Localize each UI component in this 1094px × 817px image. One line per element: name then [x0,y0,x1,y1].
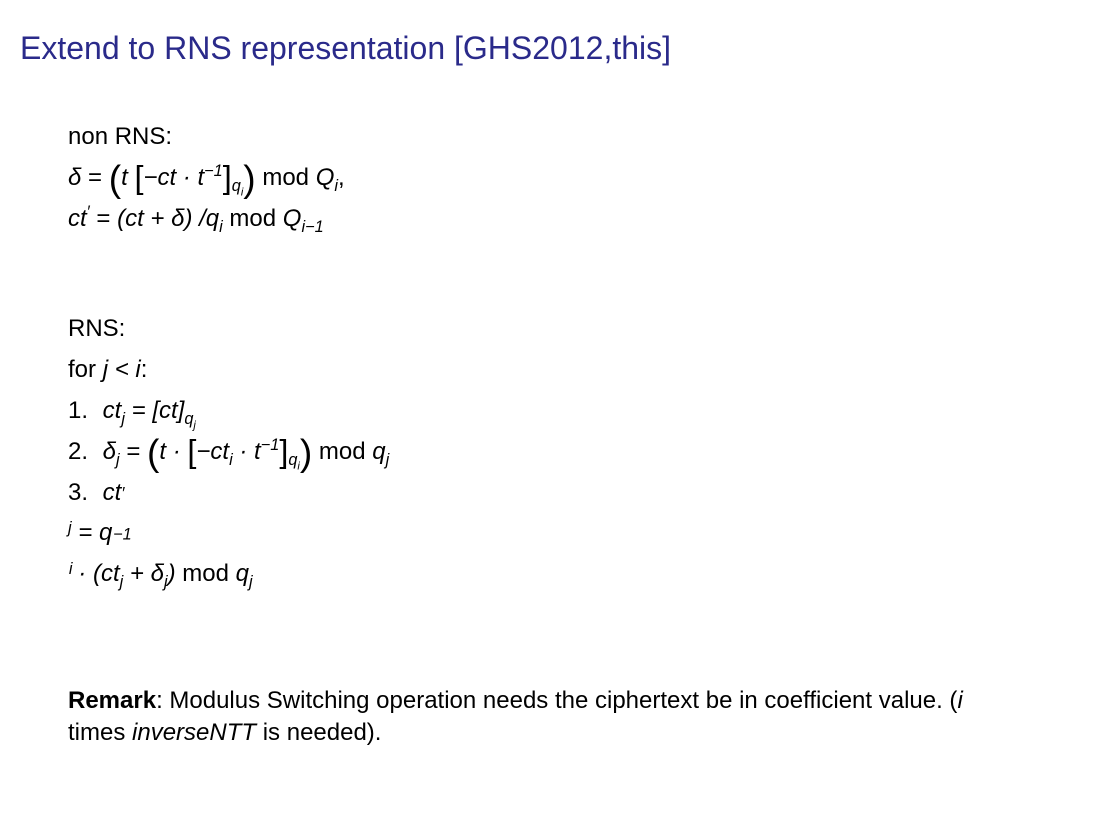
sup-prime: ′ [121,485,124,503]
sub-qi: qi [288,451,300,469]
mod-text: mod [229,205,276,232]
sym-ct: ct [68,205,87,232]
sym-equals: = [88,164,102,191]
rns-step-1: 1. ctj = [ct]qj [68,391,1074,432]
non-rns-block: non RNS: δ = (t [−ct · t−1]qi) mod Qi, c… [68,117,1074,239]
sub-i-val: i [69,560,73,578]
sym-equals: = [126,438,140,465]
sup-neg1: −1 [261,436,280,454]
sup-neg1: −1 [204,162,223,180]
paren-close-small: ) [168,560,176,587]
paren-open: ( [147,431,159,473]
bracket-close: ] [223,159,232,195]
remark-inversentt: inverseNTT [132,719,256,746]
sym-equals: = [96,205,110,232]
sym-Q: Q [316,164,335,191]
sym-ct: ct [103,479,122,506]
rns-block: RNS: for j < i: 1. ctj = [ct]qj 2. δj = … [68,309,1074,595]
sub-qi: qi [232,177,244,195]
expr-plus: + δ [130,560,164,587]
sub-i: i [219,217,223,235]
sup-neg1: −1 [113,526,132,544]
expr-t2: · t [239,438,260,465]
mod-text: mod [319,438,366,465]
slide-title: Extend to RNS representation [GHS2012,th… [20,30,1074,67]
paren-close: ) [300,431,312,473]
rns-step-3: 3. ct′j = q−1i · (ctj + δj) mod qj [68,473,1074,595]
sym-Q: Q [283,205,302,232]
remark-block: Remark: Modulus Switching operation need… [68,685,988,750]
sub-j: j [193,419,195,431]
sym-ct: ct [103,397,122,424]
expr: = [ct] [132,397,185,424]
sup-prime: ′ [87,203,90,221]
sub-i: i [229,451,233,469]
mod-text: mod [262,164,309,191]
sub-j: j [120,573,124,591]
sub-qj: qj [184,410,196,428]
remark-text-a: : Modulus Switching operation needs the … [156,687,957,714]
for-cond: j < i [103,356,141,383]
expr-body: · (ct [78,560,119,587]
sym-q: q [236,560,249,587]
sym-delta: δ [68,164,81,191]
sub-j: j [249,573,253,591]
expr-qinv: = q [78,519,112,546]
mod-text: mod [182,560,229,587]
step-number: 3. [68,473,96,514]
sym-comma: , [338,164,345,191]
paren-open: ( [109,157,121,199]
for-text: for [68,356,96,383]
step-number: 1. [68,391,96,432]
rns-label: RNS: [68,309,1074,350]
non-rns-label: non RNS: [68,117,1074,158]
remark-i: i [957,687,962,714]
step-number: 2. [68,432,96,473]
sym-delta: δ [103,438,116,465]
sub-im1: i−1 [301,217,323,235]
paren-close: ) [243,157,255,199]
slide-body: non RNS: δ = (t [−ct · t−1]qi) mod Qi, c… [20,117,1074,750]
sym-t: t [121,164,128,191]
colon: : [141,356,148,383]
remark-label: Remark [68,687,156,714]
expr-body: (ct + δ) /q [117,205,219,232]
non-rns-eq-2: ct′ = (ct + δ) /qi mod Qi−1 [68,199,1074,240]
non-rns-eq-1: δ = (t [−ct · t−1]qi) mod Qi, [68,158,1074,199]
rns-steps: 1. ctj = [ct]qj 2. δj = (t · [−cti · t−1… [68,391,1074,595]
bracket-close: ] [279,433,288,469]
expr-t: t · [159,438,180,465]
expr-negct: −ct [196,438,229,465]
sub-j: j [386,451,390,469]
rns-for-line: for j < i: [68,350,1074,391]
sub-j-val: j [68,519,72,537]
rns-step-2: 2. δj = (t · [−cti · t−1]qi) mod qj [68,432,1074,473]
remark-text-c: times [68,719,132,746]
sym-q: q [372,438,385,465]
sub-j: j [116,451,120,469]
sub-q: q [232,177,241,195]
remark-text-e: is needed). [256,719,381,746]
expr-inner: −ct · t [143,164,204,191]
sub-j: j [121,410,125,428]
